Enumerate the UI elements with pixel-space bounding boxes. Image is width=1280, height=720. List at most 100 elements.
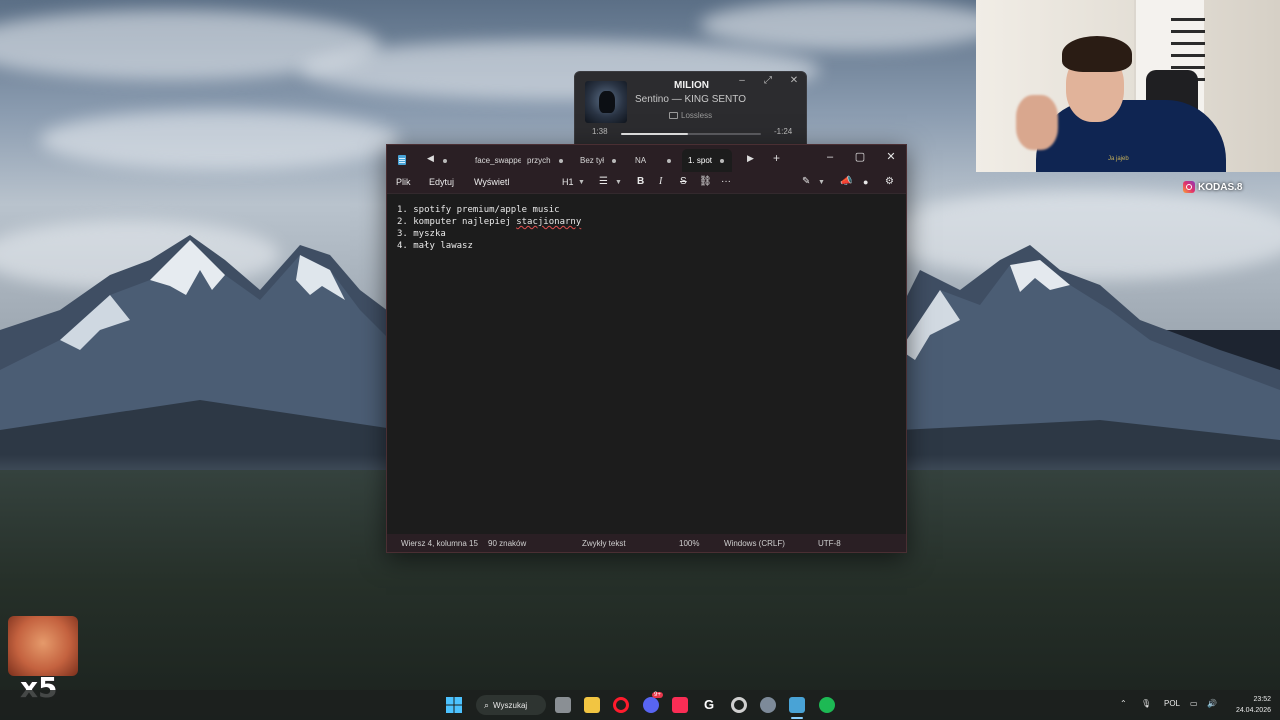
character-count: 90 znaków [488, 539, 527, 548]
show-hidden-icons[interactable]: ⌃ [1120, 699, 1127, 708]
new-tab-button[interactable]: + [773, 151, 780, 165]
notepad-taskbar-icon[interactable] [789, 697, 805, 713]
heading-dropdown[interactable]: H1 [562, 177, 574, 187]
opera-browser-icon[interactable] [613, 697, 629, 713]
status-bar: Wiersz 4, kolumna 15 90 znaków Zwykły te… [387, 534, 906, 552]
announcement-icon[interactable]: 📣 [840, 176, 852, 187]
tab-modified-dot [667, 159, 671, 163]
media-player-flyout: MILION Sentino — KING SENTO I Lossless –… [574, 71, 807, 145]
misspelled-word: stacjionarny [516, 217, 582, 227]
discord-icon[interactable]: 9+ [643, 692, 663, 713]
tab-przych[interactable]: przych [527, 149, 553, 172]
track-artist: Sentino — KING SENTO I [635, 94, 748, 105]
copilot-rewrite-icon[interactable]: ✎ [802, 176, 810, 187]
instagram-username: KODAS.8 [1198, 181, 1243, 193]
tab-na[interactable]: NA [635, 149, 659, 172]
track-title: MILION [674, 80, 709, 91]
encoding[interactable]: UTF-8 [818, 539, 841, 548]
webcam-person-shirt [1036, 100, 1226, 172]
wallpaper-cloud [700, 0, 1000, 50]
minimize-button[interactable]: – [815, 148, 845, 166]
spotify-icon[interactable] [819, 697, 835, 713]
taskbar: ⌕ Wyszukaj 9+ G ⌃ 🎙 POL ▭ 🔊 23:52 24.04.… [0, 690, 1280, 720]
maximize-button[interactable]: ▢ [845, 148, 875, 166]
lossless-label: Lossless [681, 111, 713, 120]
list-item: 3. myszka [397, 228, 897, 240]
obs-studio-icon[interactable] [731, 697, 747, 713]
notification-badge: 9+ [652, 692, 663, 698]
text-editor[interactable]: 1. spotify premium/apple music 2. komput… [397, 204, 897, 252]
taskbar-clock[interactable]: 23:52 24.04.2026 [1227, 694, 1271, 716]
tab-scroll-right-icon[interactable]: ▶ [747, 153, 754, 164]
close-button[interactable]: ✕ [876, 148, 906, 166]
account-icon[interactable]: ● [863, 177, 868, 187]
menu-view[interactable]: Wyświetl [474, 177, 509, 187]
bold-button[interactable]: B [637, 176, 644, 187]
language-indicator[interactable]: POL [1164, 699, 1180, 708]
strikethrough-button[interactable]: S [680, 176, 687, 187]
meme-face-image [8, 616, 78, 676]
tab-modified-dot [559, 159, 563, 163]
expand-icon[interactable]: ⤢ [761, 75, 775, 86]
list-number: 4. [397, 241, 408, 251]
list-item: 2. komputer najlepiej stacjionarny [397, 216, 897, 228]
text-format[interactable]: Zwykły tekst [582, 539, 626, 548]
tab-bez-tyl[interactable]: Bez tył [580, 149, 606, 172]
instagram-handle: KODAS.8 [1183, 181, 1242, 193]
chevron-down-icon[interactable]: ▼ [578, 179, 585, 186]
webcam-overlay: Ja jajeb [976, 0, 1280, 172]
seek-bar[interactable] [621, 133, 761, 135]
webcam-person-hair [1062, 36, 1132, 72]
tab-face-swapper[interactable]: face_swappe [475, 149, 521, 172]
app-g-icon[interactable]: G [701, 697, 717, 713]
list-icon[interactable]: ☰ [599, 176, 608, 187]
gear-icon[interactable]: ⚙ [885, 176, 894, 187]
list-text: komputer najlepiej [413, 217, 517, 227]
zoom-level[interactable]: 100% [679, 539, 699, 548]
remaining-time: -1:24 [774, 127, 793, 136]
chevron-down-icon[interactable]: ▼ [818, 179, 825, 186]
list-item: 4. mały lawasz [397, 240, 897, 252]
tab-modified-dot [443, 159, 447, 163]
volume-icon[interactable]: 🔊 [1207, 699, 1217, 708]
close-icon[interactable]: ✕ [787, 75, 801, 86]
tab-scroll-left-icon[interactable]: ◀ [427, 153, 434, 164]
microphone-icon[interactable]: 🎙 [1141, 699, 1151, 708]
minimize-icon[interactable]: – [735, 75, 749, 86]
taskbar-search[interactable]: ⌕ Wyszukaj [476, 695, 546, 715]
list-number: 3. [397, 229, 408, 239]
cursor-position: Wiersz 4, kolumna 15 [401, 539, 478, 548]
notepad-window: ◀ face_swappe przych Bez tył NA 1. spot … [386, 144, 907, 553]
search-icon: ⌕ [484, 699, 490, 710]
tab-spot-active[interactable]: 1. spot [682, 149, 732, 172]
album-art [585, 81, 627, 123]
apple-music-icon[interactable] [672, 697, 688, 713]
notepad-app-icon [398, 155, 406, 165]
settings-gear-icon[interactable] [760, 697, 776, 713]
chevron-down-icon[interactable]: ▼ [615, 179, 622, 186]
file-explorer-icon[interactable] [584, 697, 600, 713]
italic-button[interactable]: I [659, 176, 662, 187]
list-number: 1. [397, 205, 408, 215]
menu-bar: Plik Edytuj Wyświetl H1 ▼ ☰ ▼ B I S ⛓ ··… [387, 172, 906, 194]
list-number: 2. [397, 217, 408, 227]
line-endings[interactable]: Windows (CRLF) [724, 539, 785, 548]
active-app-indicator [791, 717, 803, 719]
task-view-icon[interactable] [555, 697, 571, 713]
clock-time: 23:52 [1253, 696, 1271, 703]
list-text: myszka [413, 229, 446, 239]
wallpaper-cloud [40, 110, 400, 170]
more-options-button[interactable]: ··· [721, 176, 731, 187]
search-label: Wyszukaj [493, 700, 528, 710]
network-icon[interactable]: ▭ [1190, 699, 1198, 708]
lossless-badge: Lossless [669, 111, 712, 120]
shirt-print: Ja jajeb [1108, 156, 1129, 162]
clock-date: 24.04.2026 [1235, 707, 1271, 714]
webcam-person-hand [1016, 95, 1058, 150]
menu-file[interactable]: Plik [396, 177, 411, 187]
link-icon[interactable]: ⛓ [699, 176, 712, 187]
windows-start-icon[interactable] [446, 697, 462, 713]
instagram-icon [1183, 181, 1195, 193]
title-bar: ◀ face_swappe przych Bez tył NA 1. spot … [387, 145, 906, 172]
menu-edit[interactable]: Edytuj [429, 177, 454, 187]
